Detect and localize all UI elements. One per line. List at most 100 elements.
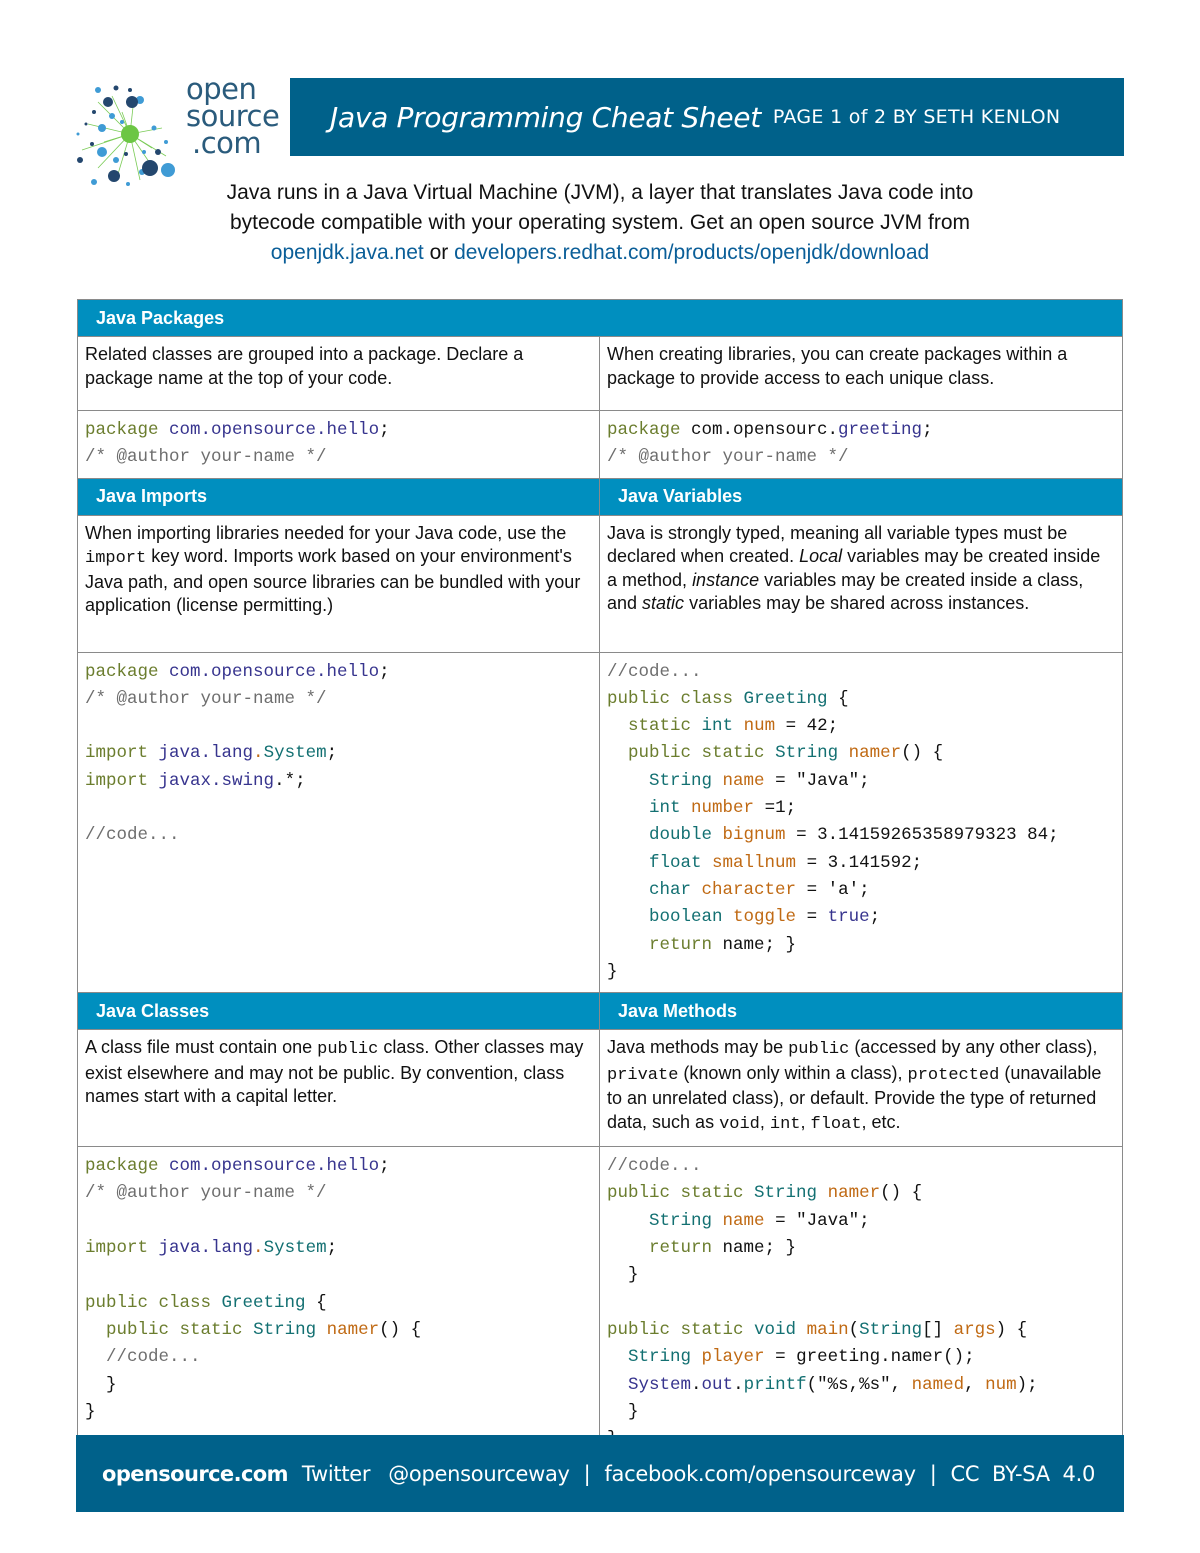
- code-line: /* @author your-name */: [85, 444, 592, 471]
- footer-separator: |: [583, 1461, 591, 1486]
- code-token: greeting: [838, 420, 923, 440]
- code-token: bignum: [722, 825, 786, 846]
- inline-code: import: [85, 549, 147, 569]
- footer-facebook-link[interactable]: facebook.com/opensourceway: [604, 1462, 916, 1486]
- variables-desc: Java is strongly typed, meaning all vari…: [598, 514, 1124, 653]
- inline-code: float: [810, 1114, 862, 1134]
- code-line: }: [85, 1372, 592, 1399]
- code-token: () {: [379, 1319, 422, 1340]
- code-line: }: [85, 1399, 592, 1426]
- code-token: ;: [869, 907, 881, 928]
- code-token: name: [722, 1210, 765, 1231]
- code-token: String: [775, 743, 839, 764]
- code-token: name; }: [712, 1238, 797, 1259]
- footer-twitter-handle[interactable]: @opensourceway: [388, 1462, 570, 1486]
- redhat-openjdk-link[interactable]: developers.redhat.com/products/openjdk/d…: [454, 241, 929, 264]
- footer-bar: opensource.com Twitter @opensourceway | …: [76, 1435, 1124, 1512]
- code-token: () {: [901, 743, 944, 764]
- code-line: //code...: [85, 822, 592, 849]
- code-token: name: [722, 770, 765, 791]
- openjdk-link[interactable]: openjdk.java.net: [271, 241, 424, 264]
- code-token: ;: [379, 420, 390, 440]
- code-line: static int num = 42;: [607, 713, 1115, 740]
- methods-desc: Java methods may be public (accessed by …: [598, 1029, 1124, 1148]
- section-header-classes: Java Classes: [77, 992, 600, 1031]
- methods-code: //code... public static String namer() { …: [598, 1146, 1124, 1461]
- code-token: com.opensource.hello: [169, 1156, 380, 1177]
- footer-license: CC BY-SA 4.0: [950, 1461, 1096, 1486]
- opensource-logo: open source .com: [70, 72, 290, 192]
- desc-text: When importing libraries needed for your…: [85, 522, 567, 543]
- code-line: //code...: [607, 659, 1115, 686]
- code-token: .: [253, 743, 264, 764]
- code-line: import java.lang.System;: [85, 740, 592, 767]
- code-line: public class Greeting {: [607, 686, 1115, 713]
- desc-text: key word. Imports work based on your env…: [85, 546, 581, 616]
- page-title: Java Programming Cheat Sheet: [330, 100, 761, 134]
- footer-twitter-label: Twitter: [301, 1461, 371, 1486]
- code-token: void: [754, 1319, 797, 1340]
- code-token: = greeting.namer();: [764, 1347, 975, 1368]
- code-line: public static String namer() {: [607, 1180, 1115, 1207]
- code-line: /* @author your-name */: [85, 686, 592, 713]
- code-token: int: [649, 798, 681, 819]
- code-line: return name; }: [607, 1235, 1115, 1262]
- code-token: //code...: [85, 825, 180, 846]
- code-line: String player = greeting.namer();: [607, 1344, 1115, 1371]
- classes-methods-header-row: Java Classes Java Methods: [77, 992, 1124, 1031]
- imports-desc: When importing libraries needed for your…: [77, 514, 600, 653]
- code-token: ) {: [995, 1319, 1028, 1340]
- code-line: import java.lang.System;: [85, 1235, 592, 1262]
- code-token: true: [827, 907, 870, 928]
- code-token: namer: [827, 1183, 881, 1204]
- footer-brand-link[interactable]: opensource.com: [102, 1462, 289, 1486]
- code-token: num: [985, 1374, 1017, 1395]
- section-header-imports: Java Imports: [77, 477, 600, 516]
- code-token: number: [691, 798, 755, 819]
- code-token: named: [911, 1374, 965, 1395]
- code-token: Greeting: [221, 1292, 306, 1313]
- code-token: java.lang: [158, 743, 254, 764]
- code-token: //code...: [607, 1156, 702, 1177]
- code-token: import: [85, 743, 149, 764]
- code-token: namer: [326, 1319, 380, 1340]
- imports-code: package com.opensource.hello;/* @author …: [77, 651, 600, 994]
- code-token: float: [649, 852, 702, 873]
- code-token: System: [263, 1238, 327, 1259]
- code-line: String name = "Java";: [607, 1208, 1115, 1235]
- code-token: ;: [326, 743, 338, 764]
- code-token: .: [733, 1374, 744, 1395]
- inline-code: void: [719, 1114, 760, 1134]
- code-token: .*;: [274, 770, 306, 791]
- code-token: player: [701, 1347, 765, 1368]
- code-token: String: [649, 770, 713, 791]
- variables-code: //code... public class Greeting { static …: [598, 651, 1124, 994]
- code-token: = 3.141592;: [796, 852, 923, 873]
- classes-desc: A class file must contain one public cla…: [77, 1029, 600, 1148]
- code-token: character: [701, 879, 797, 900]
- code-token: public static: [607, 1183, 744, 1204]
- code-token: return: [649, 1238, 713, 1259]
- packages-code-left: package com.opensource.hello; /* @author …: [77, 410, 600, 479]
- code-token: String: [253, 1319, 317, 1340]
- inline-code: private: [607, 1065, 679, 1085]
- packages-desc-right: When creating libraries, you can create …: [598, 336, 1124, 411]
- intro-line-2: bytecode compatible with your operating …: [229, 211, 971, 234]
- code-token: = "Java";: [764, 1210, 870, 1231]
